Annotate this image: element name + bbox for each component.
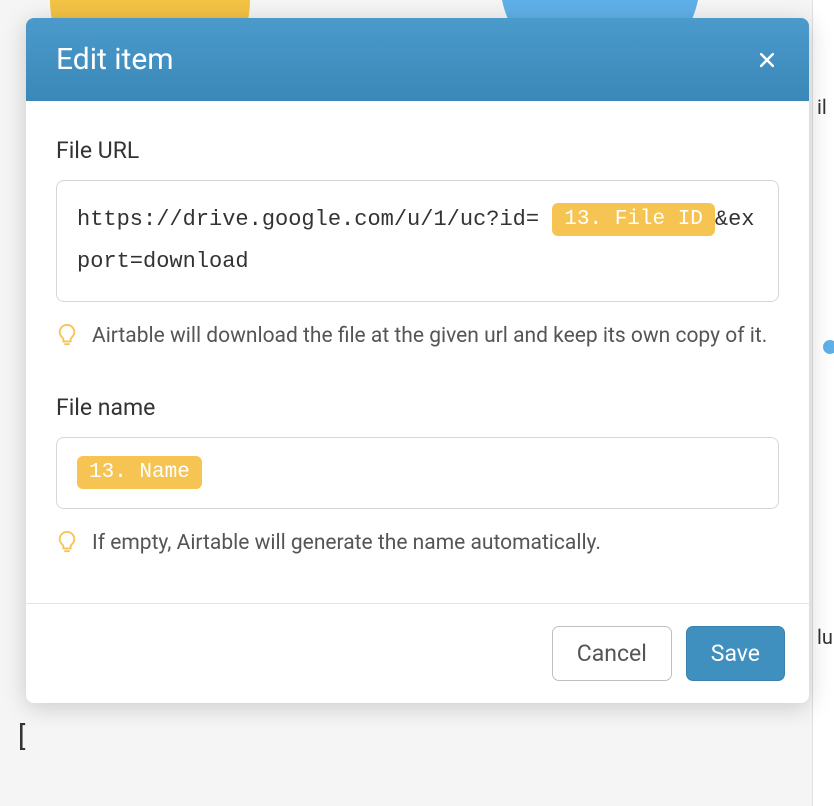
name-token[interactable]: 13. Name xyxy=(77,456,202,489)
background-panel: il lu xyxy=(812,0,834,806)
url-prefix-text: https://drive.google.com/u/1/uc?id= xyxy=(77,207,539,232)
close-icon[interactable] xyxy=(755,48,779,72)
file-name-input[interactable]: 13. Name xyxy=(56,437,779,509)
file-id-token[interactable]: 13. File ID xyxy=(552,203,715,236)
file-name-hint-text: If empty, Airtable will generate the nam… xyxy=(92,527,601,560)
cancel-button[interactable]: Cancel xyxy=(552,626,672,681)
file-url-hint-text: Airtable will download the file at the g… xyxy=(92,320,767,353)
file-url-field-group: File URL https://drive.google.com/u/1/uc… xyxy=(56,137,779,358)
file-url-input[interactable]: https://drive.google.com/u/1/uc?id= 13. … xyxy=(56,180,779,302)
file-name-label: File name xyxy=(56,394,779,421)
file-name-hint: If empty, Airtable will generate the nam… xyxy=(56,527,779,566)
background-decoration: [ xyxy=(18,720,25,753)
file-name-field-group: File name 13. Name If empty, Airtable wi… xyxy=(56,394,779,565)
lightbulb-icon xyxy=(56,529,78,566)
modal-footer: Cancel Save xyxy=(26,603,809,703)
file-url-label: File URL xyxy=(56,137,779,164)
modal-body: File URL https://drive.google.com/u/1/uc… xyxy=(26,101,809,603)
lightbulb-icon xyxy=(56,322,78,359)
edit-item-modal: Edit item File URL https://drive.google.… xyxy=(26,18,809,703)
modal-title: Edit item xyxy=(56,42,174,77)
modal-header: Edit item xyxy=(26,18,809,101)
file-url-hint: Airtable will download the file at the g… xyxy=(56,320,779,359)
save-button[interactable]: Save xyxy=(686,626,785,681)
